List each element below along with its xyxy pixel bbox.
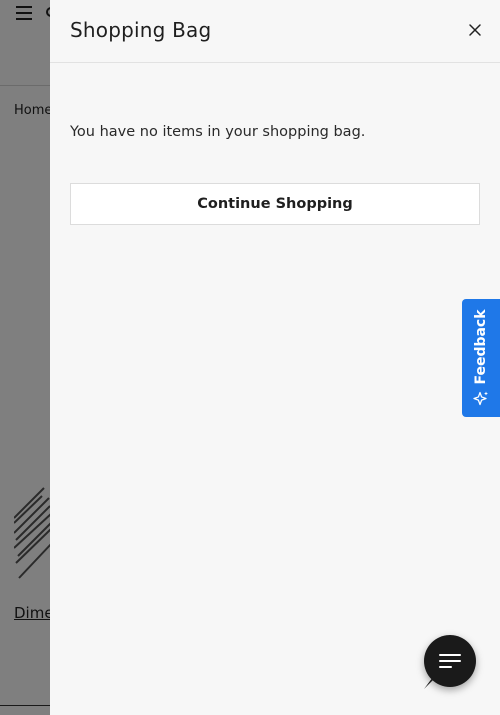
close-button[interactable] (466, 21, 484, 39)
feedback-content: Feedback (473, 309, 489, 406)
drawer-title: Shopping Bag (70, 18, 212, 42)
chat-lines-icon (439, 654, 461, 668)
feedback-tab[interactable]: Feedback (462, 299, 500, 417)
continue-shopping-button[interactable]: Continue Shopping (70, 183, 480, 225)
chat-button[interactable] (424, 635, 476, 689)
drawer-header: Shopping Bag (50, 0, 500, 63)
sparkle-star-icon (473, 391, 488, 406)
feedback-label: Feedback (473, 309, 489, 385)
empty-bag-message: You have no items in your shopping bag. (70, 124, 366, 140)
close-icon (469, 24, 481, 36)
shopping-bag-drawer: Shopping Bag You have no items in your s… (50, 0, 500, 715)
